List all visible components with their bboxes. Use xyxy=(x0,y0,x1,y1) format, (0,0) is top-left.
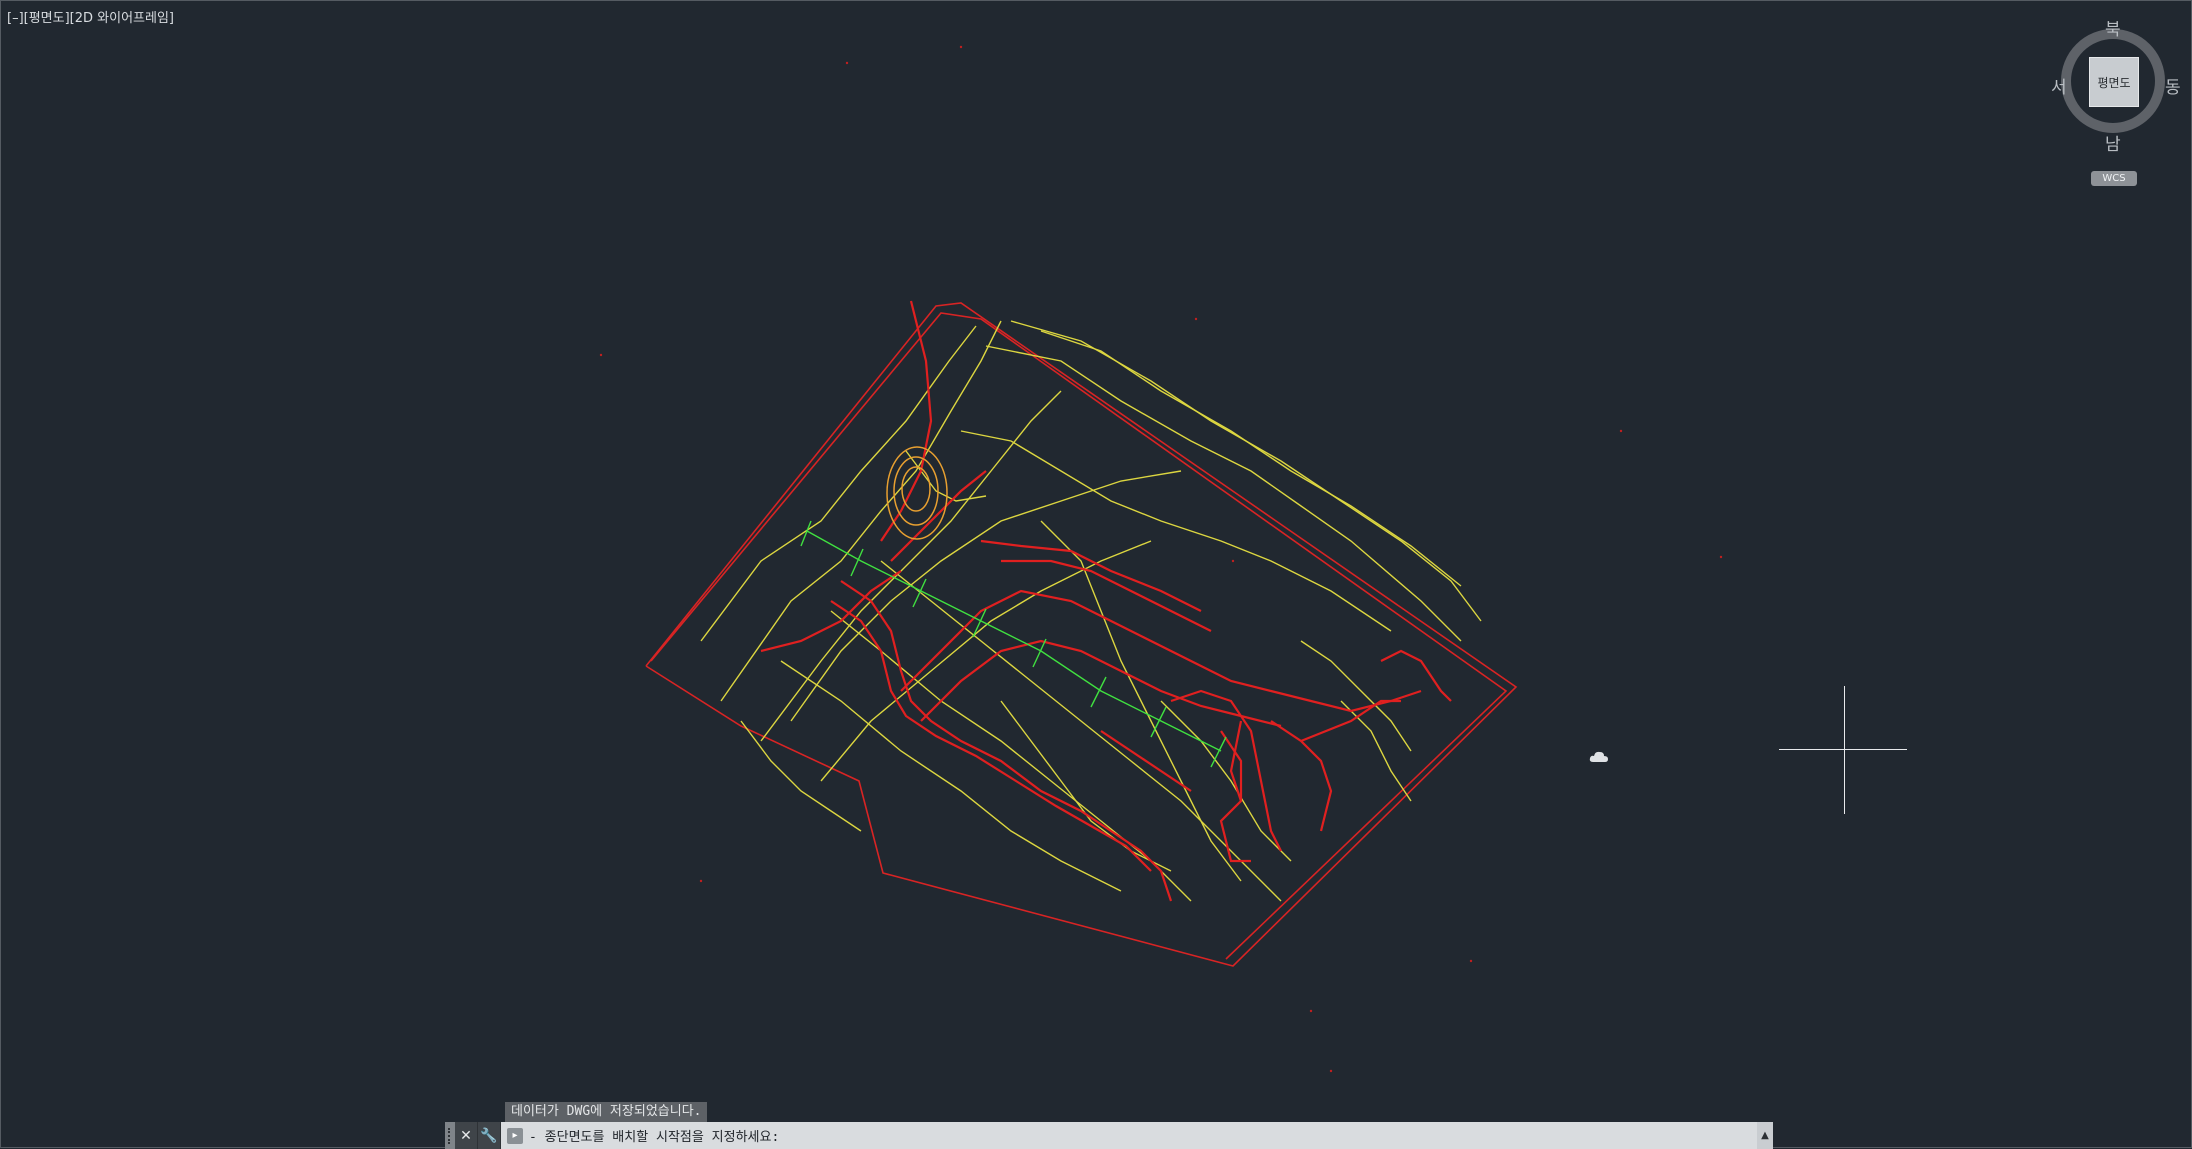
command-history-line: 데이터가 DWG에 저장되었습니다. xyxy=(505,1102,708,1122)
command-prompt-icon[interactable]: ▸ xyxy=(507,1127,523,1144)
command-input[interactable] xyxy=(779,1124,1757,1147)
drawing-viewport[interactable]: [–][평면도][2D 와이어프레임] 평면도 북 남 동 서 WCS 데이터가… xyxy=(0,0,2192,1149)
command-line[interactable]: ✕ 🔧 ▸ - 종단면도를 배치할 시작점을 지정하세요: ▲ xyxy=(445,1122,1773,1149)
viewcube[interactable]: 평면도 북 남 동 서 WCS xyxy=(2041,15,2191,186)
surface-boundary xyxy=(645,302,1518,967)
stray-points xyxy=(599,45,1723,1073)
viewcube-north[interactable]: 북 xyxy=(2105,15,2121,40)
close-icon[interactable]: ✕ xyxy=(455,1122,478,1149)
cloud-icon xyxy=(1589,751,1608,762)
surface-drawing[interactable] xyxy=(1,1,2192,1149)
command-input-area[interactable]: ▸ - 종단면도를 배치할 시작점을 지정하세요: xyxy=(501,1122,1757,1149)
command-line-grip-icon[interactable] xyxy=(445,1122,455,1149)
viewcube-top-face[interactable]: 평면도 xyxy=(2089,57,2139,107)
crosshair-vertical xyxy=(1844,686,1845,814)
crosshair-horizontal xyxy=(1779,749,1907,750)
alignment-centerline xyxy=(800,520,1227,768)
ucs-menu-button[interactable]: WCS xyxy=(2091,171,2137,186)
viewcube-west[interactable]: 서 xyxy=(2051,73,2067,98)
command-prompt-text: - 종단면도를 배치할 시작점을 지정하세요: xyxy=(529,1130,780,1145)
chevron-up-icon[interactable]: ▲ xyxy=(1757,1122,1773,1149)
wrench-icon[interactable]: 🔧 xyxy=(478,1122,501,1149)
viewcube-south[interactable]: 남 xyxy=(2105,130,2121,155)
viewcube-east[interactable]: 동 xyxy=(2165,73,2181,98)
